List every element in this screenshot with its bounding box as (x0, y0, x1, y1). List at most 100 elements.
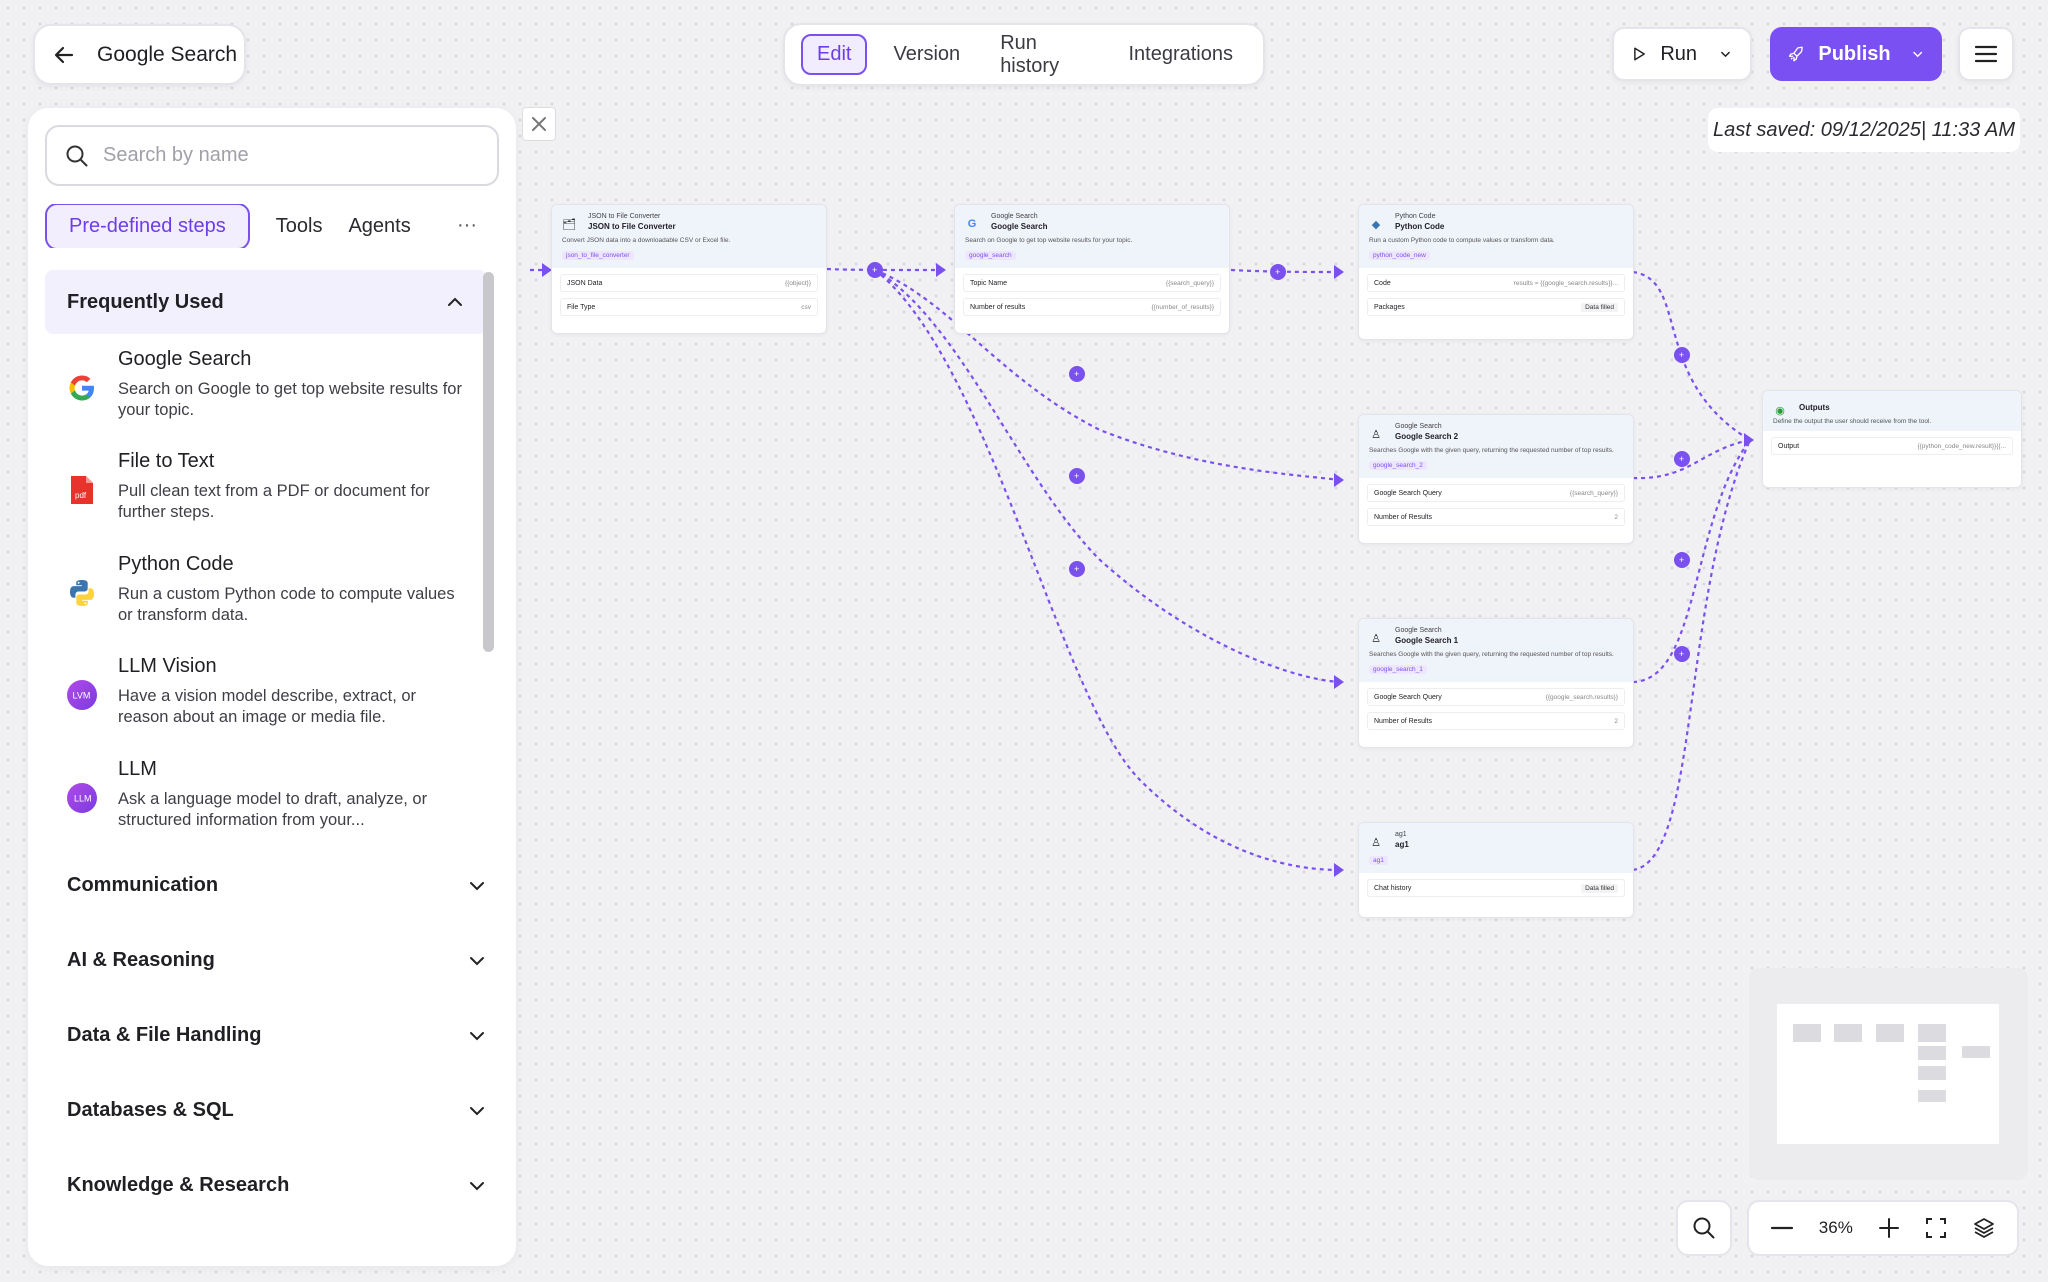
category-databases-sql[interactable]: Databases & SQL (67, 1099, 487, 1122)
node-field[interactable]: Output {{python_code_new.result}}{{... (1771, 437, 2013, 455)
layers-icon[interactable] (1972, 1216, 1996, 1240)
fit-view-icon[interactable] (1925, 1217, 1947, 1239)
svg-text:+: + (1074, 471, 1079, 481)
node-title: ag1 (1395, 840, 1409, 849)
node-outputs[interactable]: ◉ Outputs Define the output the user sho… (1762, 390, 2022, 488)
llm-vision-icon: LVM (66, 679, 98, 711)
step-description: Ask a language model to draft, analyze, … (118, 790, 428, 829)
search-input[interactable] (103, 144, 463, 167)
node-field[interactable]: Topic Name {{search_query}} (963, 274, 1221, 292)
node-description: Run a custom Python code to compute valu… (1369, 237, 1555, 244)
tab-predefined-steps[interactable]: Pre-defined steps (45, 204, 250, 248)
node-field[interactable]: Number of Results 2 (1367, 508, 1625, 526)
tab-edit[interactable]: Edit (801, 34, 868, 75)
run-label: Run (1660, 42, 1698, 65)
svg-text:+: + (1679, 555, 1684, 565)
close-panel-button[interactable] (522, 107, 556, 141)
field-label: File Type (567, 303, 596, 311)
run-button[interactable]: Run (1612, 27, 1752, 81)
svg-text:+: + (872, 265, 877, 275)
zoom-in-icon[interactable] (1878, 1217, 1900, 1239)
menu-button[interactable] (1958, 27, 2014, 81)
publish-button[interactable]: Publish (1770, 27, 1942, 81)
step-llm-vision[interactable]: LVM LLM Vision Have a vision model descr… (66, 655, 466, 728)
arrow-left-icon (54, 46, 74, 63)
step-title: File to Text (118, 450, 215, 472)
node-field[interactable]: Chat history Data filled (1367, 879, 1625, 897)
node-description: Define the output the user should receiv… (1773, 418, 1932, 425)
node-google-search[interactable]: G Google Search Google Search Search on … (954, 204, 1230, 334)
tab-integrations[interactable]: Integrations (1114, 34, 1247, 75)
node-field[interactable]: Code results = {{google_search.results}}.… (1367, 274, 1625, 292)
category-knowledge-research[interactable]: Knowledge & Research (67, 1174, 487, 1197)
category-ai-reasoning[interactable]: AI & Reasoning (67, 949, 487, 972)
file-converter-icon: 🗂 (562, 218, 576, 231)
python-icon (66, 577, 98, 609)
chevron-down-icon (470, 1106, 484, 1115)
tab-tools[interactable]: Tools (276, 215, 323, 238)
svg-text:+: + (1074, 369, 1079, 379)
node-field[interactable]: Packages Data filled (1367, 298, 1625, 316)
chevron-down-icon[interactable] (1719, 45, 1732, 63)
svg-text:+: + (1679, 454, 1684, 464)
section-frequently-used[interactable]: Frequently Used (45, 270, 487, 334)
agent-icon: ♙ (1371, 632, 1381, 645)
category-data-file-handling[interactable]: Data & File Handling (67, 1024, 487, 1047)
node-google-search-1[interactable]: ♙ Google Search Google Search 1 Searches… (1358, 618, 1634, 748)
step-file-to-text[interactable]: pdf File to Text Pull clean text from a … (66, 450, 466, 523)
svg-text:+: + (1275, 267, 1280, 277)
node-field[interactable]: Number of results {{number_of_results}} (963, 298, 1221, 316)
node-field[interactable]: Google Search Query {{search_query}} (1367, 484, 1625, 502)
canvas-search-button[interactable] (1676, 1200, 1732, 1256)
category-communication[interactable]: Communication (67, 874, 487, 897)
node-ag1[interactable]: ♙ ag1 ag1 ag1 Chat history Data filled (1358, 822, 1634, 918)
node-json-to-file-converter[interactable]: 🗂 JSON to File Converter JSON to File Co… (551, 204, 827, 334)
minimap-node (1793, 1024, 1821, 1042)
category-title: Knowledge & Research (67, 1174, 290, 1196)
tab-agents[interactable]: Agents (348, 215, 410, 238)
search-box[interactable] (45, 125, 499, 186)
node-field[interactable]: File Type csv (560, 298, 818, 316)
step-llm[interactable]: LLM LLM Ask a language model to draft, a… (66, 758, 466, 831)
zoom-controls: 36% (1747, 1200, 2019, 1256)
chevron-down-icon (470, 956, 484, 965)
node-google-search-2[interactable]: ♙ Google Search Google Search 2 Searches… (1358, 414, 1634, 544)
field-value: {{search_query}} (1165, 279, 1214, 287)
svg-text:LVM: LVM (73, 691, 91, 701)
node-python-code[interactable]: ◆ Python Code Python Code Run a custom P… (1358, 204, 1634, 340)
chevron-down-icon (470, 1181, 484, 1190)
chevron-up-icon (448, 297, 462, 306)
field-label: Number of Results (1374, 513, 1432, 521)
publish-label: Publish (1818, 42, 1891, 65)
node-tag: google_search_2 (1369, 461, 1427, 470)
step-google-search[interactable]: Google Search Search on Google to get to… (66, 348, 466, 421)
back-button[interactable]: Google Search (33, 24, 246, 85)
node-subtitle: Google Search (1395, 423, 1442, 430)
node-field[interactable]: JSON Data {{object}} (560, 274, 818, 292)
step-description: Pull clean text from a PDF or document f… (118, 482, 430, 521)
node-field[interactable]: Google Search Query {{google_search.resul… (1367, 688, 1625, 706)
more-tabs-button[interactable]: ··· (457, 214, 477, 237)
node-field[interactable]: Number of Results 2 (1367, 712, 1625, 730)
tab-version[interactable]: Version (879, 34, 974, 75)
field-value: {{object}} (784, 279, 811, 287)
field-value: {{number_of_results}} (1151, 303, 1214, 311)
python-icon: ◆ (1371, 218, 1381, 231)
category-title: Databases & SQL (67, 1099, 234, 1121)
top-tabs: Edit Version Run history Integrations (783, 23, 1265, 86)
step-description: Run a custom Python code to compute valu… (118, 585, 455, 624)
step-python-code[interactable]: Python Code Run a custom Python code to … (66, 553, 466, 626)
tab-run-history[interactable]: Run history (986, 23, 1102, 87)
node-description: Search on Google to get top website resu… (965, 237, 1133, 244)
minimap-node (1876, 1024, 1904, 1042)
field-value: 2 (1614, 513, 1618, 521)
rocket-icon (1788, 46, 1803, 62)
node-title: Google Search (991, 222, 1048, 231)
scrollbar[interactable] (483, 272, 494, 652)
svg-text:+: + (1679, 350, 1684, 360)
field-label: Google Search Query (1374, 489, 1442, 497)
minimap[interactable] (1749, 968, 2028, 1180)
panel-tabs: Pre-defined steps Tools Agents (45, 204, 499, 248)
chevron-down-icon[interactable] (1911, 45, 1924, 63)
zoom-out-icon[interactable] (1770, 1216, 1794, 1240)
